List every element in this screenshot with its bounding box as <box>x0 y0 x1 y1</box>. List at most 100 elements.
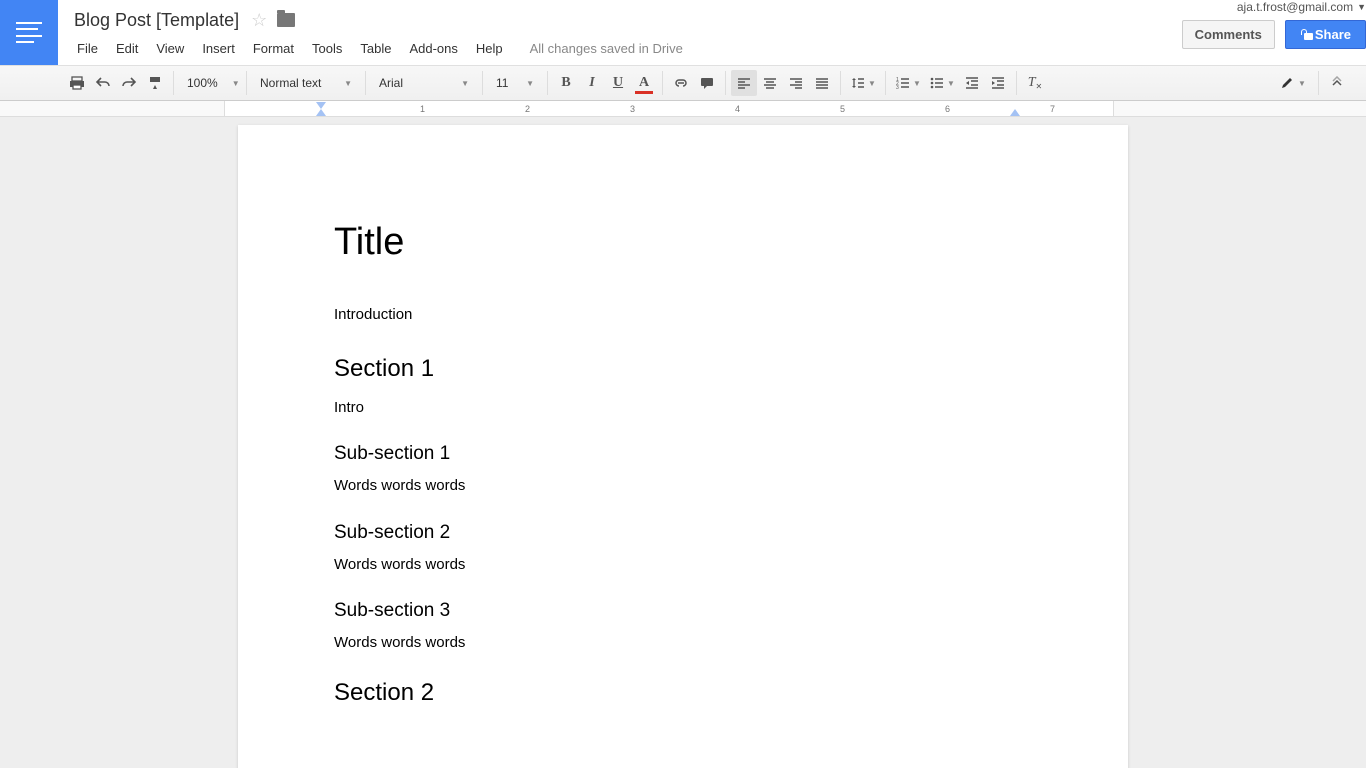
menu-format[interactable]: Format <box>244 37 303 60</box>
section-heading[interactable]: Section 2 <box>334 679 1032 707</box>
toolbar-right: ▼ <box>1273 70 1362 96</box>
caret-down-icon: ▼ <box>461 79 469 88</box>
indent-marker-left[interactable] <box>316 109 326 116</box>
toolbar: 100% ▼ Normal text ▼ Arial ▼ 11 ▼ B I U … <box>0 65 1366 101</box>
undo-button[interactable] <box>90 70 116 96</box>
indent-marker-right[interactable] <box>1010 109 1020 116</box>
increase-indent-button[interactable] <box>985 70 1011 96</box>
bulleted-list-button[interactable]: ▼ <box>925 70 959 96</box>
caret-down-icon: ▼ <box>868 79 876 88</box>
caret-down-icon: ▼ <box>232 79 240 88</box>
caret-down-icon: ▼ <box>526 79 534 88</box>
docs-logo-icon <box>16 22 42 44</box>
menu-view[interactable]: View <box>147 37 193 60</box>
align-right-button[interactable] <box>783 70 809 96</box>
subsection-body[interactable]: Words words words <box>334 475 1032 498</box>
ruler-inner: 1 2 3 4 5 6 7 <box>224 101 1114 116</box>
text-color-button[interactable]: A <box>631 70 657 96</box>
redo-button[interactable] <box>116 70 142 96</box>
indent-marker-first-line[interactable] <box>316 102 326 109</box>
toolbar-separator <box>246 71 247 95</box>
ruler-tick: 7 <box>1050 103 1055 115</box>
underline-button[interactable]: U <box>605 70 631 96</box>
caret-down-icon: ▼ <box>344 79 352 88</box>
paragraph-style-select[interactable]: Normal text ▼ <box>252 70 360 96</box>
zoom-select[interactable]: 100% ▼ <box>179 70 241 96</box>
clear-formatting-button[interactable]: T✕ <box>1022 70 1048 96</box>
collapse-toolbar-button[interactable] <box>1324 70 1350 96</box>
bold-button[interactable]: B <box>553 70 579 96</box>
header-right: aja.t.frost@gmail.com ▼ Comments Share <box>1182 0 1366 64</box>
line-spacing-button[interactable]: ▼ <box>846 70 880 96</box>
decrease-indent-button[interactable] <box>959 70 985 96</box>
subsection-body[interactable]: Words words words <box>334 554 1032 577</box>
toolbar-separator <box>365 71 366 95</box>
print-button[interactable] <box>64 70 90 96</box>
toolbar-separator <box>547 71 548 95</box>
comments-button[interactable]: Comments <box>1182 20 1275 49</box>
share-button[interactable]: Share <box>1285 20 1366 49</box>
zoom-value: 100% <box>187 76 218 90</box>
doc-title-heading[interactable]: Title <box>334 221 1032 264</box>
ruler-tick: 6 <box>945 103 950 115</box>
align-center-button[interactable] <box>757 70 783 96</box>
caret-down-icon: ▼ <box>913 79 921 88</box>
menu-addons[interactable]: Add-ons <box>400 37 466 60</box>
toolbar-separator <box>885 71 886 95</box>
editing-mode-button[interactable]: ▼ <box>1273 70 1313 96</box>
caret-down-icon: ▼ <box>1298 79 1306 88</box>
menu-tools[interactable]: Tools <box>303 37 351 60</box>
toolbar-left <box>4 70 168 96</box>
ruler-tick: 5 <box>840 103 845 115</box>
app-header: Blog Post [Template] ☆ File Edit View In… <box>0 0 1366 65</box>
toolbar-separator <box>840 71 841 95</box>
section-heading[interactable]: Section 1 <box>334 355 1032 383</box>
subsection-body[interactable]: Words words words <box>334 632 1032 655</box>
folder-icon[interactable] <box>277 13 295 27</box>
menu-bar: File Edit View Insert Format Tools Table… <box>68 34 1182 62</box>
numbered-list-button[interactable]: 123▼ <box>891 70 925 96</box>
font-size-select[interactable]: 11 ▼ <box>488 70 542 96</box>
document-title-input[interactable]: Blog Post [Template] <box>68 8 245 33</box>
align-left-button[interactable] <box>731 70 757 96</box>
svg-text:3: 3 <box>896 85 899 91</box>
ruler-tick: 1 <box>420 103 425 115</box>
subsection-heading[interactable]: Sub-section 3 <box>334 600 1032 622</box>
menu-file[interactable]: File <box>68 37 107 60</box>
title-row: Blog Post [Template] ☆ <box>68 0 1182 34</box>
user-menu[interactable]: aja.t.frost@gmail.com ▼ <box>1237 0 1366 14</box>
lock-icon <box>1300 29 1309 40</box>
ruler-tick: 2 <box>525 103 530 115</box>
italic-button[interactable]: I <box>579 70 605 96</box>
ruler-tick: 3 <box>630 103 635 115</box>
ruler[interactable]: 1 2 3 4 5 6 7 <box>0 101 1366 117</box>
docs-logo[interactable] <box>0 0 58 65</box>
menu-help[interactable]: Help <box>467 37 512 60</box>
insert-link-button[interactable] <box>668 70 694 96</box>
subsection-heading[interactable]: Sub-section 1 <box>334 443 1032 465</box>
caret-down-icon: ▼ <box>947 79 955 88</box>
insert-comment-button[interactable] <box>694 70 720 96</box>
doc-intro-paragraph[interactable]: Introduction <box>334 304 1032 327</box>
toolbar-separator <box>662 71 663 95</box>
menu-table[interactable]: Table <box>351 37 400 60</box>
style-value: Normal text <box>260 76 321 90</box>
section-intro[interactable]: Intro <box>334 397 1032 420</box>
caret-down-icon: ▼ <box>1357 2 1366 12</box>
save-status: All changes saved in Drive <box>530 41 683 56</box>
header-main: Blog Post [Template] ☆ File Edit View In… <box>58 0 1182 64</box>
subsection-heading[interactable]: Sub-section 2 <box>334 522 1032 544</box>
menu-edit[interactable]: Edit <box>107 37 147 60</box>
page[interactable]: Title Introduction Section 1 Intro Sub-s… <box>238 125 1128 768</box>
share-label: Share <box>1315 27 1351 42</box>
toolbar-separator <box>725 71 726 95</box>
paint-format-button[interactable] <box>142 70 168 96</box>
font-select[interactable]: Arial ▼ <box>371 70 477 96</box>
user-email-text: aja.t.frost@gmail.com <box>1237 0 1353 14</box>
align-justify-button[interactable] <box>809 70 835 96</box>
toolbar-separator <box>1016 71 1017 95</box>
ruler-tick: 4 <box>735 103 740 115</box>
document-canvas[interactable]: Title Introduction Section 1 Intro Sub-s… <box>0 117 1366 768</box>
menu-insert[interactable]: Insert <box>193 37 244 60</box>
star-icon[interactable]: ☆ <box>251 10 267 31</box>
